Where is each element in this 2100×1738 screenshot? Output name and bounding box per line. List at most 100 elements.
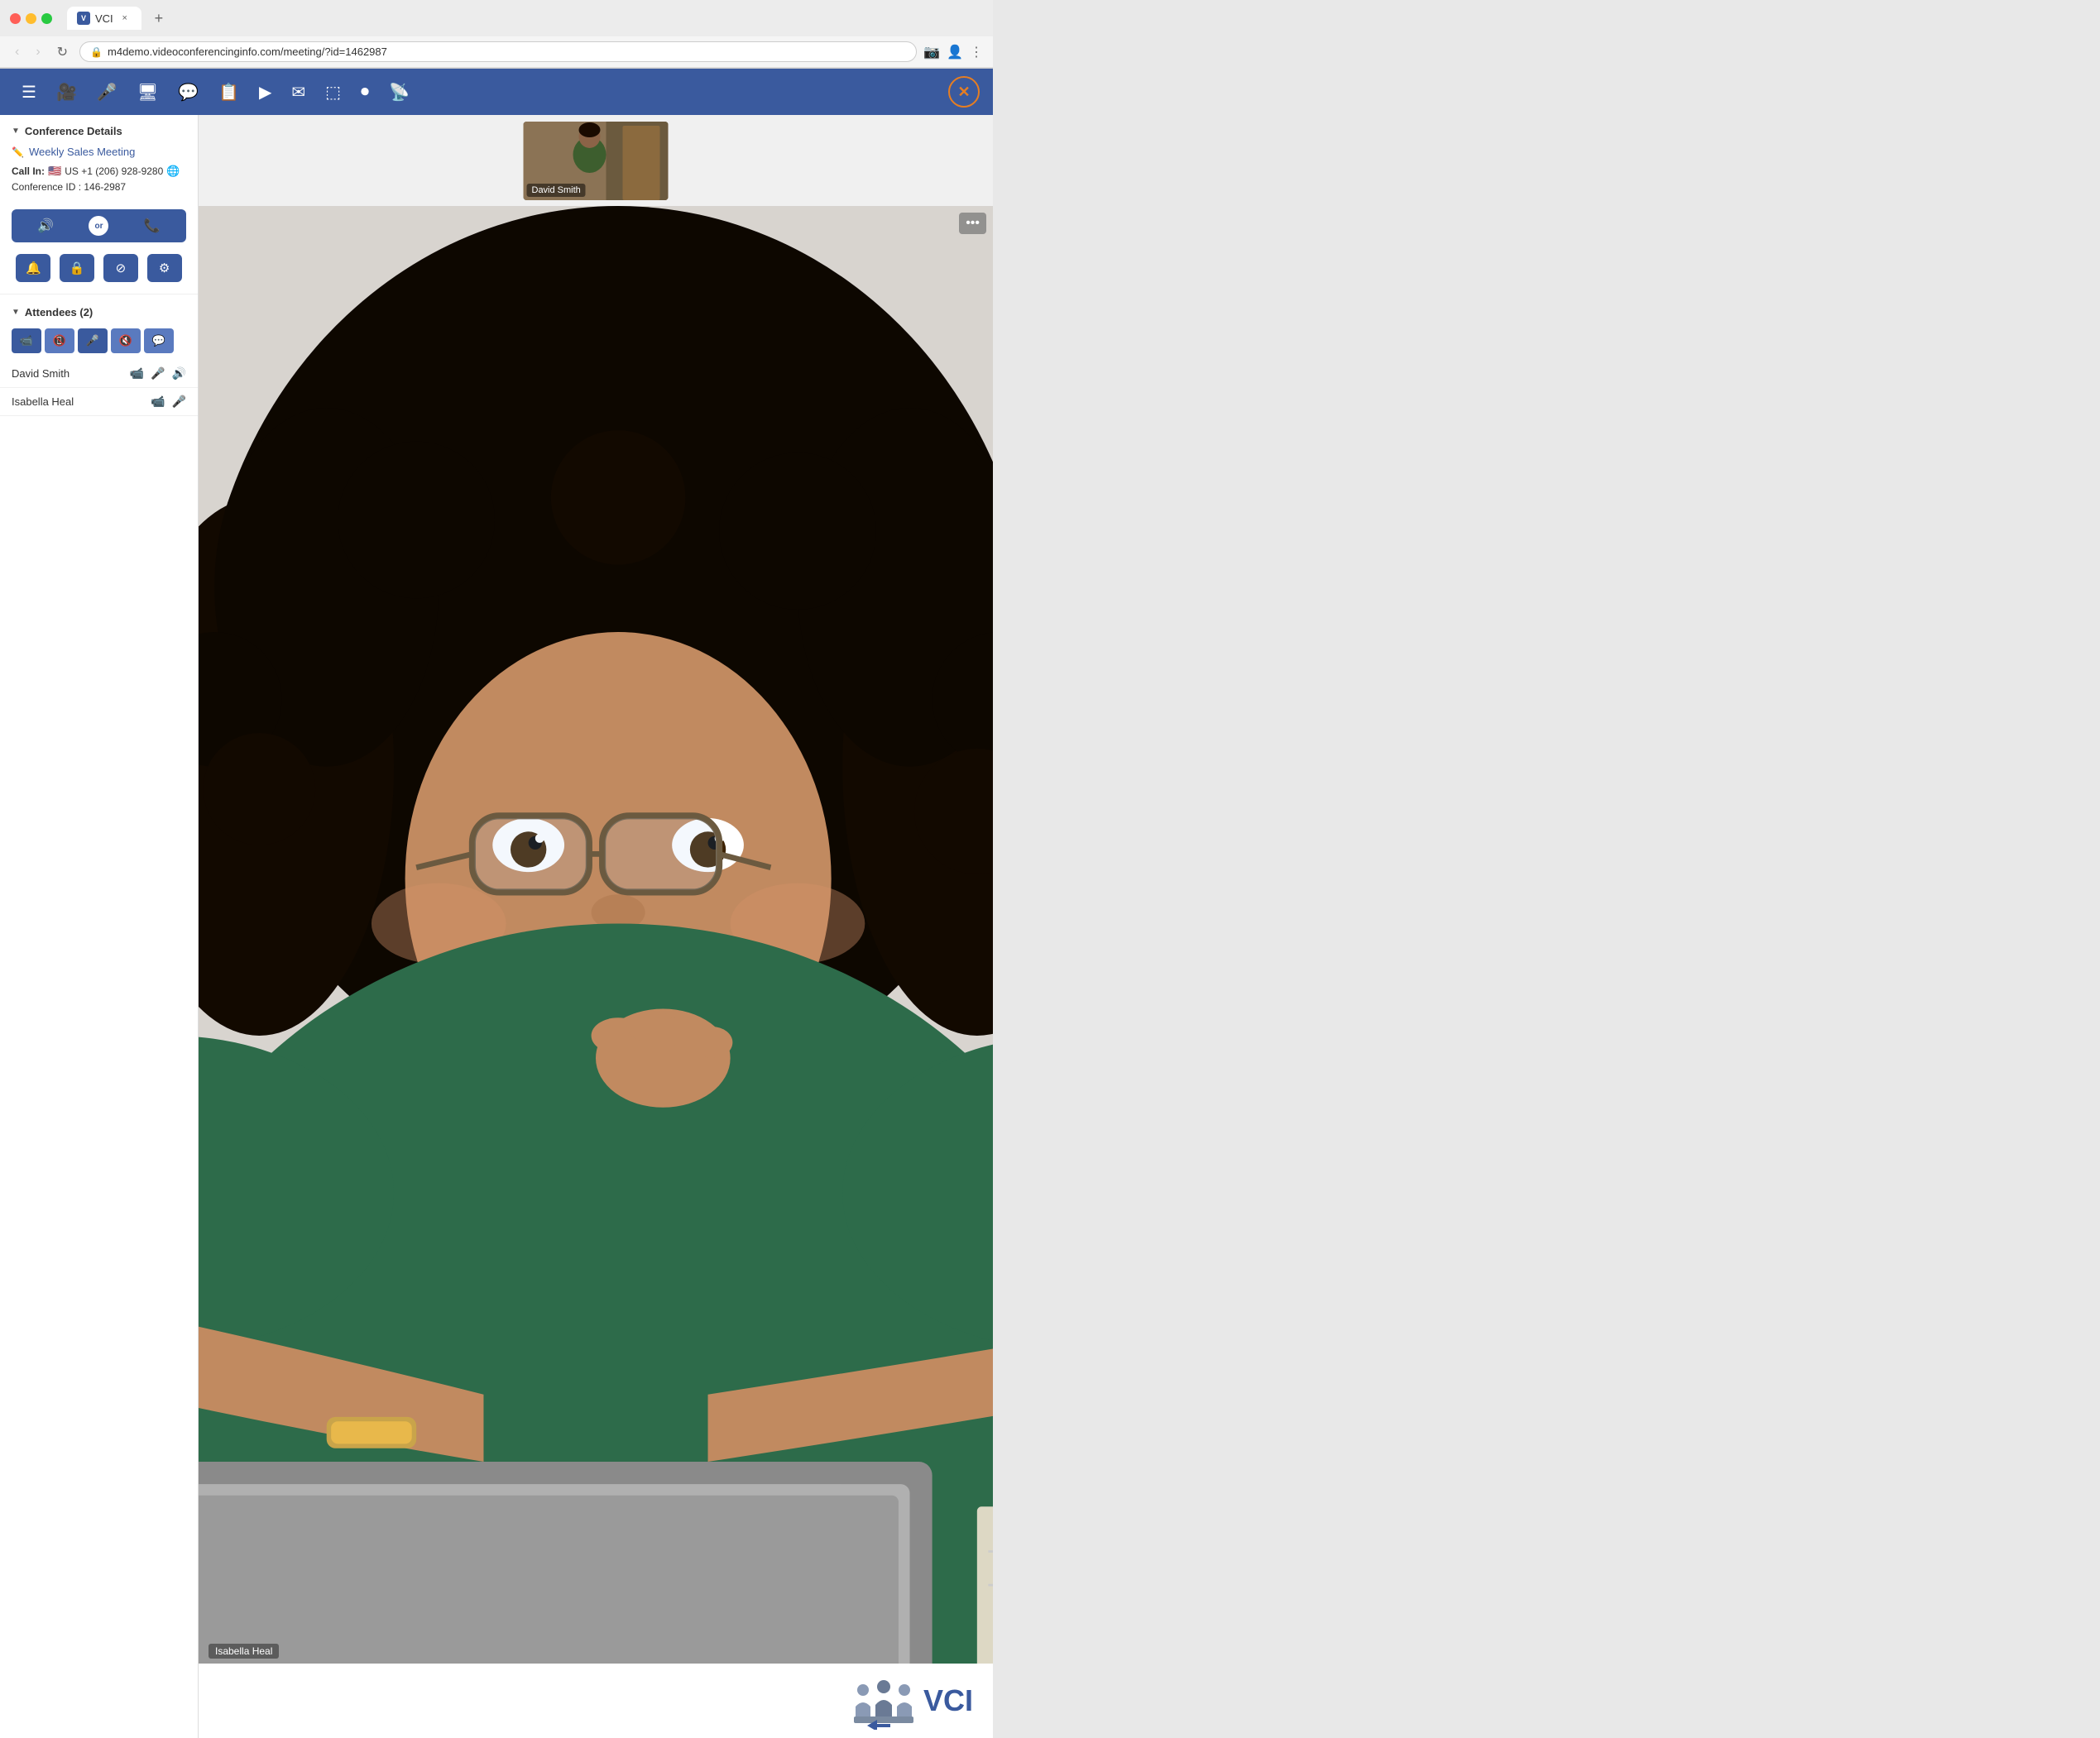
conference-details-section: ▼ Conference Details ✏️ Weekly Sales Mee… <box>0 115 198 203</box>
block-icon: ⊘ <box>116 261 127 275</box>
attendee-name: Isabella Heal <box>12 395 151 408</box>
video-more-options-button[interactable]: ••• <box>959 213 986 234</box>
settings-button[interactable]: ⚙ <box>147 254 182 282</box>
sidebar: ▼ Conference Details ✏️ Weekly Sales Mee… <box>0 115 199 1738</box>
attendees-chevron-icon: ▼ <box>12 308 20 317</box>
globe-icon: 🌐 <box>166 165 180 178</box>
block-button[interactable]: ⊘ <box>103 254 138 282</box>
signal-button[interactable]: 📡 <box>381 75 418 109</box>
audio-phone-button[interactable]: 📞 <box>137 214 167 237</box>
reload-button[interactable]: ↻ <box>52 42 73 62</box>
david-volume-icon: 🔊 <box>172 366 186 381</box>
close-icon: ✕ <box>957 84 970 101</box>
meeting-title-text: Weekly Sales Meeting <box>29 146 135 158</box>
meeting-title-row: ✏️ Weekly Sales Meeting <box>12 146 186 158</box>
traffic-lights <box>10 13 52 24</box>
maximize-traffic-light[interactable] <box>41 13 52 24</box>
microphone-icon: 🎤 <box>97 82 117 103</box>
screen-icon: 🖥 <box>137 82 158 103</box>
attendee-david-icons: 📹 🎤 🔊 <box>130 366 186 381</box>
main-video-frame <box>199 206 993 1664</box>
all-mic-on-button[interactable]: 🎤 <box>78 328 108 353</box>
video-area: David Smith <box>199 115 993 1738</box>
mail-icon: ✉ <box>291 82 305 103</box>
menu-button[interactable]: ☰ <box>13 75 45 109</box>
browser-actions: 📷 👤 ⋮ <box>923 44 983 60</box>
mail-button[interactable]: ✉ <box>283 75 314 109</box>
address-text: m4demo.videoconferencinginfo.com/meeting… <box>108 45 906 58</box>
video-bottom: VCI <box>199 1664 993 1738</box>
attendee-list: David Smith 📹 🎤 🔊 Isabella Heal 📹 🎤 <box>0 360 198 416</box>
audio-or-label: or <box>89 216 108 236</box>
camera-toolbar-button[interactable]: 🎥 <box>48 75 85 109</box>
call-in-label: Call In: <box>12 165 45 177</box>
all-video-on-button[interactable]: 📹 <box>12 328 41 353</box>
settings-icon: ⚙ <box>159 261 170 275</box>
forward-button[interactable]: › <box>31 43 45 61</box>
document-icon: 📋 <box>218 82 239 103</box>
attendee-name: David Smith <box>12 367 130 380</box>
main-video-label: Isabella Heal <box>209 1644 279 1659</box>
lock-button[interactable]: 🔒 <box>60 254 94 282</box>
lock-icon: 🔒 <box>90 46 103 58</box>
address-bar[interactable]: 🔒 m4demo.videoconferencinginfo.com/meeti… <box>79 41 917 62</box>
signal-icon: 📡 <box>389 82 410 103</box>
browser-tab[interactable]: V VCI × <box>67 7 141 30</box>
attendee-controls-row: 📹 📵 🎤 🔇 💬 <box>0 325 198 360</box>
close-traffic-light[interactable] <box>10 13 21 24</box>
record-button[interactable]: ⏺ <box>352 76 377 108</box>
document-button[interactable]: 📋 <box>210 75 247 109</box>
browser-titlebar: V VCI × + <box>0 0 993 36</box>
screen-share-button[interactable]: 🖥 <box>129 75 166 109</box>
audio-controls-row: 🔊 or 📞 <box>12 209 186 242</box>
thumbnail-video-label: David Smith <box>527 184 586 197</box>
browser-chrome: V VCI × + ‹ › ↻ 🔒 m4demo.videoconferenci… <box>0 0 993 69</box>
all-chat-button[interactable]: 💬 <box>144 328 174 353</box>
more-options-button[interactable]: ⋮ <box>970 44 983 60</box>
phone-icon: 📞 <box>144 218 161 234</box>
new-tab-button[interactable]: + <box>148 10 170 27</box>
flag-icon: 🇺🇸 <box>48 165 61 178</box>
call-info-row: Call In: 🇺🇸 US +1 (206) 928-9280 🌐 <box>12 165 186 178</box>
microphone-toolbar-button[interactable]: 🎤 <box>89 75 126 109</box>
chat-all-icon: 💬 <box>152 334 165 347</box>
user-account-button[interactable]: 👤 <box>947 44 963 60</box>
back-button[interactable]: ‹ <box>10 43 24 61</box>
tab-label: VCI <box>95 12 113 25</box>
attendee-isabella-icons: 📹 🎤 <box>151 395 186 409</box>
enter-button[interactable]: ⬚ <box>317 75 349 109</box>
lock-icon: 🔒 <box>70 261 85 275</box>
chat-button[interactable]: 💬 <box>170 75 207 109</box>
conference-details-label: Conference Details <box>25 125 122 137</box>
david-camera-icon: 📹 <box>130 366 144 381</box>
bell-button[interactable]: 🔔 <box>16 254 50 282</box>
tab-close-button[interactable]: × <box>118 12 132 25</box>
browser-addressbar: ‹ › ↻ 🔒 m4demo.videoconferencinginfo.com… <box>0 36 993 68</box>
record-icon: ⏺ <box>361 83 369 102</box>
vci-logo-text: VCI <box>923 1683 973 1718</box>
bell-icon: 🔔 <box>26 261 41 275</box>
camera-icon: 🎥 <box>56 82 77 103</box>
david-mic-icon: 🎤 <box>151 366 165 381</box>
vci-logo: VCI <box>851 1672 973 1730</box>
isabella-mic-icon: 🎤 <box>172 395 186 409</box>
mic-off-icon: 🔇 <box>119 334 132 347</box>
conference-details-header[interactable]: ▼ Conference Details <box>12 125 186 137</box>
enter-icon: ⬚ <box>325 82 341 103</box>
video-off-icon: 📵 <box>53 334 66 347</box>
all-video-off-button[interactable]: 📵 <box>45 328 74 353</box>
vci-logo-icon <box>851 1672 917 1730</box>
audio-speaker-button[interactable]: 🔊 <box>31 214 60 237</box>
action-buttons-row: 🔔 🔒 ⊘ ⚙ <box>0 249 198 287</box>
edit-icon[interactable]: ✏️ <box>12 146 24 158</box>
close-meeting-button[interactable]: ✕ <box>948 76 980 108</box>
minimize-traffic-light[interactable] <box>26 13 36 24</box>
thumbnail-video: David Smith <box>524 122 669 200</box>
media-button[interactable]: ▶ <box>251 75 280 109</box>
phone-number: US +1 (206) 928-9280 <box>65 165 163 177</box>
attendee-item: David Smith 📹 🎤 🔊 <box>0 360 198 388</box>
video-on-icon: 📹 <box>20 334 33 347</box>
attendees-header[interactable]: ▼ Attendees (2) <box>0 298 198 325</box>
camera-browser-icon[interactable]: 📷 <box>923 44 940 60</box>
all-mic-off-button[interactable]: 🔇 <box>111 328 141 353</box>
